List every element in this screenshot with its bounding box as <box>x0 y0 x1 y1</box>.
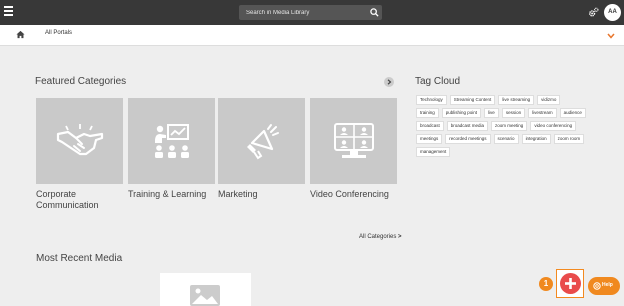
add-media-button-frame <box>556 269 584 298</box>
category-thumbnail[interactable] <box>310 98 397 184</box>
tag-chip[interactable]: meetings <box>416 134 443 144</box>
most-recent-media-title: Most Recent Media <box>36 253 123 264</box>
category-card-marketing[interactable]: Marketing <box>218 98 305 200</box>
tag-chip[interactable]: publishing point <box>441 108 482 118</box>
tag-chip[interactable]: management <box>416 147 451 157</box>
category-thumbnail[interactable] <box>128 98 215 184</box>
tag-chip[interactable]: training <box>416 108 439 118</box>
tag-chip[interactable]: zoom room <box>553 134 585 144</box>
notification-badge: 1 <box>539 277 553 291</box>
chevron-right-icon: > <box>398 234 402 240</box>
category-card-corporate-communication[interactable]: Corporate Communication <box>36 98 123 211</box>
tag-chip[interactable]: recorded meetings <box>445 134 491 144</box>
video-conference-icon <box>333 123 374 158</box>
tag-chip[interactable]: video conferencing <box>530 121 577 131</box>
category-thumbnail[interactable] <box>36 98 123 184</box>
search-icon[interactable] <box>370 8 379 17</box>
tag-chip[interactable]: broadcast media <box>446 121 489 131</box>
presentation-icon <box>154 124 189 158</box>
search-box <box>239 5 382 20</box>
home-icon[interactable] <box>16 30 25 39</box>
category-card-video-conferencing[interactable]: Video Conferencing <box>310 98 397 200</box>
tag-chip[interactable]: vidizmo <box>537 95 561 105</box>
category-label[interactable]: Training & Learning <box>128 189 215 200</box>
handshake-icon <box>56 124 103 156</box>
tag-chip[interactable]: integration <box>521 134 551 144</box>
avatar[interactable]: AA <box>604 4 621 21</box>
category-label[interactable]: Video Conferencing <box>310 189 397 200</box>
category-thumbnail[interactable] <box>218 98 305 184</box>
tag-chip[interactable]: session <box>501 108 526 118</box>
tag-chip[interactable]: live streaming <box>498 95 535 105</box>
tag-chip[interactable]: live <box>484 108 499 118</box>
add-media-button[interactable] <box>560 273 581 294</box>
tag-chip[interactable]: scenario <box>493 134 519 144</box>
top-bar: AA <box>0 0 624 25</box>
help-label: Help <box>602 282 613 288</box>
help-icon <box>593 282 601 290</box>
category-label[interactable]: Marketing <box>218 189 305 200</box>
all-categories-link[interactable]: All Categories > <box>359 234 402 240</box>
media-thumbnail[interactable] <box>160 273 251 306</box>
megaphone-icon <box>246 124 279 160</box>
chevron-down-icon[interactable] <box>607 33 615 39</box>
tag-cloud-title: Tag Cloud <box>415 76 461 87</box>
plus-icon <box>565 278 576 289</box>
search-input[interactable] <box>239 5 364 20</box>
chevron-right-icon[interactable] <box>384 77 394 87</box>
tag-chip[interactable]: Streaming Content <box>449 95 496 105</box>
help-button[interactable]: Help <box>588 277 620 295</box>
tag-chip[interactable]: broadcast <box>416 121 444 131</box>
hamburger-menu-icon[interactable] <box>4 6 15 19</box>
category-card-training-learning[interactable]: Training & Learning <box>128 98 215 200</box>
image-placeholder-icon <box>190 285 220 306</box>
gear-icon[interactable] <box>588 7 599 18</box>
tag-chip[interactable]: audience <box>559 108 586 118</box>
category-label[interactable]: Corporate Communication <box>36 189 123 211</box>
tag-cloud: Technology Streaming Content live stream… <box>416 95 586 157</box>
tag-chip[interactable]: Technology <box>416 95 447 105</box>
portal-selector[interactable]: All Portals <box>45 30 72 36</box>
sub-navigation: All Portals <box>0 25 624 46</box>
tag-chip[interactable]: livestream <box>528 108 557 118</box>
featured-categories-title: Featured Categories <box>35 76 127 87</box>
all-categories-label[interactable]: All Categories <box>359 234 396 240</box>
tag-chip[interactable]: zoom meeting <box>491 121 528 131</box>
